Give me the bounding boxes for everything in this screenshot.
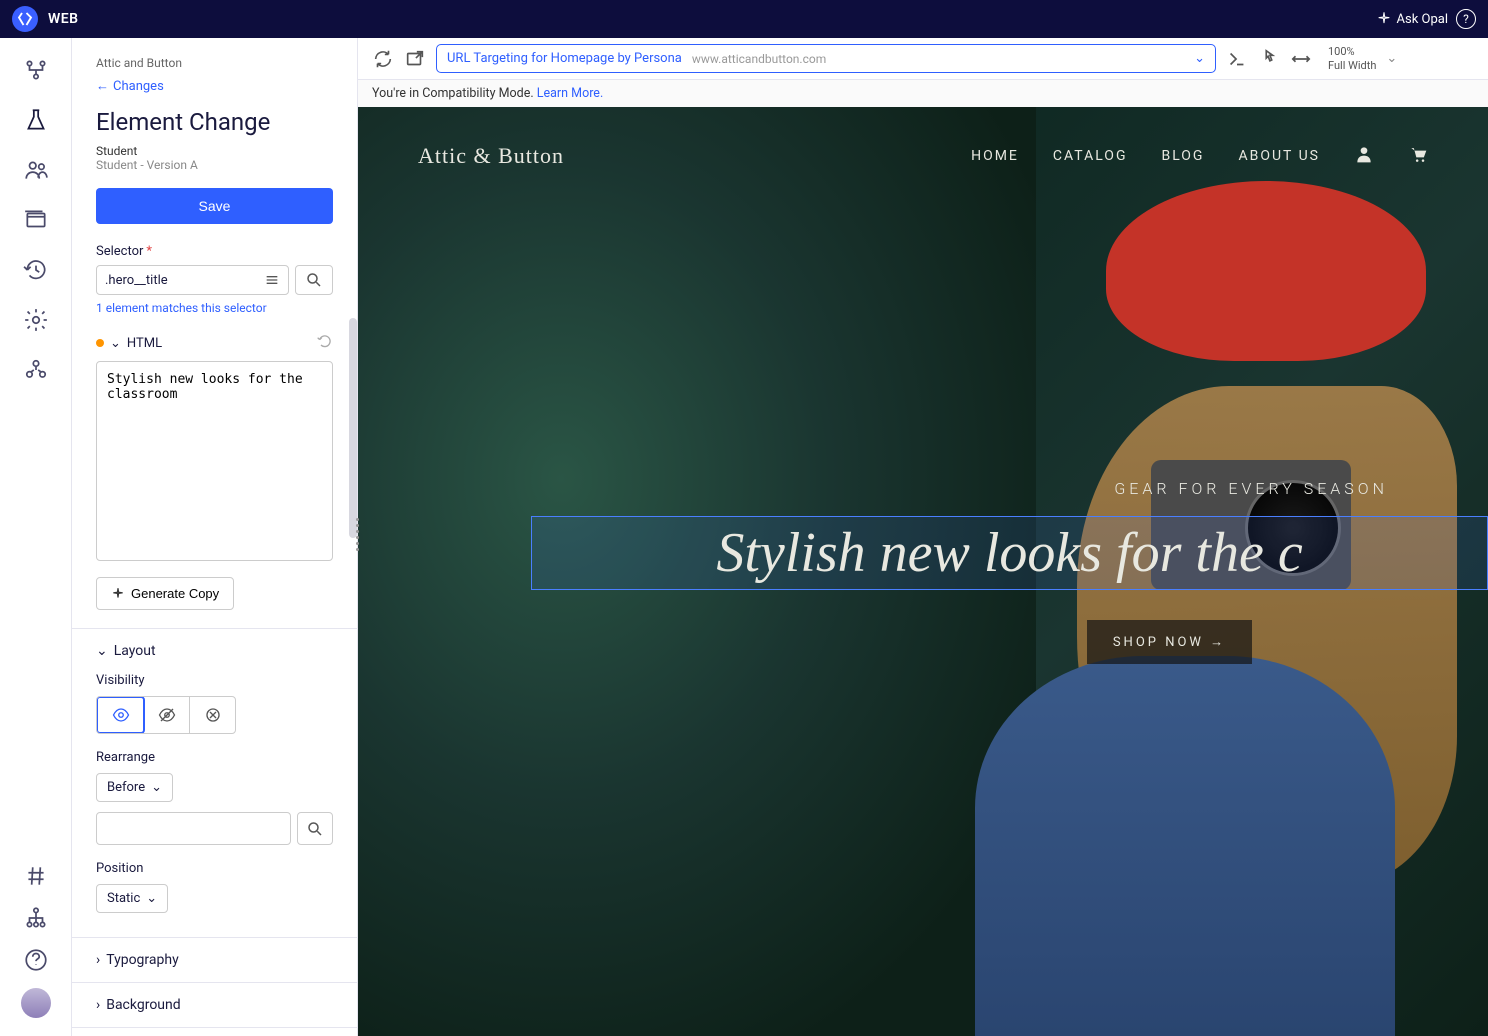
site-preview[interactable]: Attic & Button HOME CATALOG BLOG ABOUT U…: [358, 107, 1488, 1036]
rail-history-icon[interactable]: [22, 256, 50, 284]
position-label: Position: [96, 861, 333, 876]
url-targeting-box[interactable]: URL Targeting for Homepage by Persona ww…: [436, 44, 1216, 73]
selector-search-button[interactable]: [295, 265, 333, 295]
visibility-remove-button[interactable]: [190, 697, 235, 733]
visibility-hidden-button[interactable]: [144, 697, 190, 733]
rail-tree-icon[interactable]: [22, 904, 50, 932]
app-title: WEB: [48, 11, 79, 27]
help-icon[interactable]: ?: [1456, 9, 1476, 29]
icon-rail: [0, 38, 72, 1036]
cart-icon[interactable]: [1408, 144, 1428, 168]
chevron-down-icon: ⌄: [151, 780, 162, 795]
preview-toolbar: URL Targeting for Homepage by Persona ww…: [358, 38, 1488, 80]
preview-pane: URL Targeting for Homepage by Persona ww…: [358, 38, 1488, 1036]
nav-home[interactable]: HOME: [971, 148, 1019, 164]
chevron-down-icon[interactable]: ⌄: [1386, 51, 1397, 66]
rail-settings-icon[interactable]: [22, 306, 50, 334]
chevron-down-icon: ⌄: [146, 891, 157, 906]
account-icon[interactable]: [1354, 144, 1374, 168]
chevron-down-icon[interactable]: ⌄: [110, 336, 121, 351]
background-section-header[interactable]: › Background: [96, 997, 333, 1013]
hero-tagline: GEAR FOR EVERY SEASON: [471, 479, 1488, 498]
width-icon[interactable]: [1290, 48, 1312, 70]
rail-audience-icon[interactable]: [22, 156, 50, 184]
selector-match-text: 1 element matches this selector: [96, 301, 333, 315]
chevron-down-icon[interactable]: ⌄: [1194, 51, 1205, 66]
rearrange-select[interactable]: Before ⌄: [96, 773, 173, 802]
visibility-visible-button[interactable]: [96, 696, 145, 734]
generate-copy-button[interactable]: Generate Copy: [96, 577, 234, 610]
save-button[interactable]: Save: [96, 188, 333, 224]
hero-title-selection[interactable]: Stylish new looks for the c: [531, 516, 1488, 590]
user-avatar[interactable]: [21, 988, 51, 1018]
learn-more-link[interactable]: Learn More.: [537, 86, 604, 101]
rearrange-label: Rearrange: [96, 750, 333, 765]
typography-section-header[interactable]: › Typography: [96, 952, 333, 968]
html-textarea[interactable]: [96, 361, 333, 561]
rail-pages-icon[interactable]: [22, 206, 50, 234]
zoom-info[interactable]: 100% Full Width: [1328, 45, 1376, 71]
shop-now-button[interactable]: SHOP NOW →: [1087, 620, 1252, 664]
chevron-right-icon: ›: [96, 997, 100, 1013]
back-link[interactable]: ← Changes: [96, 78, 333, 94]
rearrange-target-input[interactable]: [96, 812, 291, 845]
scrollbar[interactable]: [349, 318, 357, 538]
rearrange-search-button[interactable]: [297, 812, 333, 845]
subtitle-version: Student - Version A: [96, 158, 333, 172]
nav-blog[interactable]: BLOG: [1161, 148, 1204, 164]
nav-catalog[interactable]: CATALOG: [1053, 148, 1128, 164]
sidebar-panel: Attic and Button ← Changes Element Chang…: [72, 38, 358, 1036]
refresh-icon[interactable]: [372, 48, 394, 70]
topbar: WEB Ask Opal ?: [0, 0, 1488, 38]
arrow-left-icon: ←: [96, 78, 109, 94]
ask-opal-button[interactable]: Ask Opal: [1376, 11, 1448, 27]
breadcrumb: Attic and Button: [96, 56, 333, 70]
rail-collaborators-icon[interactable]: [22, 356, 50, 384]
selector-input[interactable]: .hero__title: [96, 265, 289, 295]
page-title: Element Change: [96, 108, 333, 136]
subtitle-audience: Student: [96, 144, 333, 158]
chevron-down-icon: ⌄: [96, 643, 108, 659]
position-select[interactable]: Static ⌄: [96, 884, 168, 913]
changed-indicator-icon: [96, 339, 104, 347]
rail-hash-icon[interactable]: [22, 862, 50, 890]
rail-flask-icon[interactable]: [22, 106, 50, 134]
console-icon[interactable]: [1226, 48, 1248, 70]
compatibility-notice: You're in Compatibility Mode. Learn More…: [358, 80, 1488, 107]
rail-branch-icon[interactable]: [22, 56, 50, 84]
app-logo[interactable]: [12, 6, 38, 32]
panel-resize-handle[interactable]: [356, 518, 359, 551]
chevron-right-icon: ›: [96, 952, 100, 968]
html-label: HTML: [127, 336, 162, 351]
menu-icon[interactable]: [264, 272, 280, 288]
popout-icon[interactable]: [404, 48, 426, 70]
hero-title: Stylish new looks for the c: [532, 521, 1487, 585]
undo-icon[interactable]: [317, 333, 333, 353]
site-header: Attic & Button HOME CATALOG BLOG ABOUT U…: [358, 107, 1488, 205]
visibility-label: Visibility: [96, 673, 333, 688]
site-logo[interactable]: Attic & Button: [418, 143, 564, 169]
interactive-mode-icon[interactable]: [1258, 48, 1280, 70]
rail-help-icon[interactable]: [22, 946, 50, 974]
nav-about[interactable]: ABOUT US: [1238, 148, 1320, 164]
selector-label: Selector*: [96, 244, 333, 259]
layout-section-header[interactable]: ⌄ Layout: [96, 643, 333, 659]
